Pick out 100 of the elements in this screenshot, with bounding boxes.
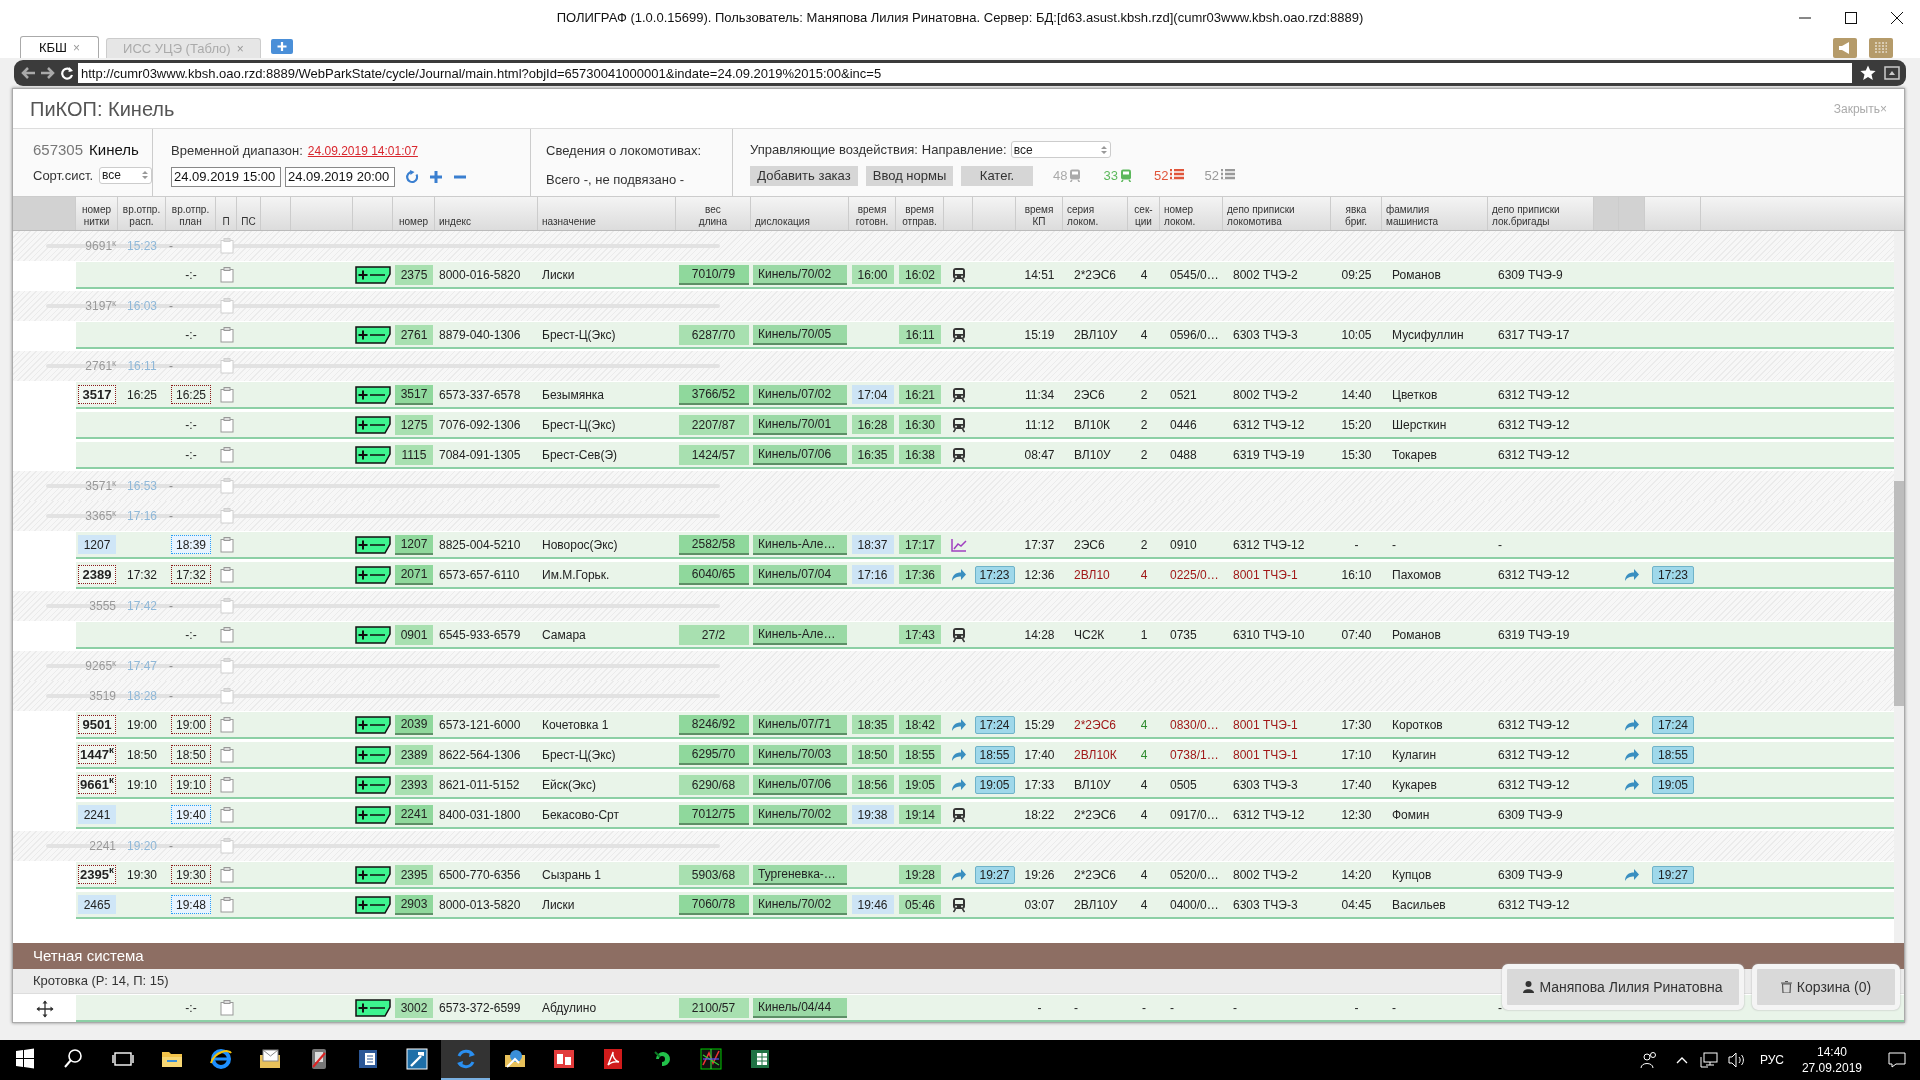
- location-tag[interactable]: Кинель/07/04: [753, 564, 847, 585]
- date-to-field[interactable]: 24.09.2019 20:00: [285, 166, 395, 187]
- column-header[interactable]: номер: [398, 216, 429, 228]
- location-tag[interactable]: Кинель/07/02: [753, 384, 847, 405]
- clipboard-icon[interactable]: [219, 866, 234, 883]
- locomotive-icon[interactable]: [951, 896, 966, 913]
- clipboard-icon[interactable]: [219, 776, 234, 793]
- locomotive-icon[interactable]: [951, 416, 966, 433]
- locomotive-icon[interactable]: [951, 806, 966, 823]
- clipboard-icon[interactable]: [219, 416, 234, 433]
- thread-tag[interactable]: 2465: [78, 895, 116, 914]
- clipboard-icon[interactable]: [219, 478, 234, 494]
- column-header[interactable]: П: [222, 216, 230, 228]
- clipboard-icon[interactable]: [219, 626, 234, 643]
- column-header[interactable]: время КП: [1024, 204, 1054, 228]
- train-number-tag[interactable]: 2393: [395, 774, 433, 795]
- clipboard-icon[interactable]: [219, 358, 234, 374]
- thread-tag[interactable]: 9501: [78, 715, 116, 734]
- column-header[interactable]: время отправ.: [902, 204, 937, 228]
- notification-icon[interactable]: [1888, 1052, 1906, 1068]
- column-header[interactable]: вр.отпр. расп.: [122, 204, 161, 228]
- action-button[interactable]: Добавить заказ: [750, 165, 858, 186]
- people-icon[interactable]: [1639, 1051, 1658, 1069]
- thread-tag[interactable]: 3517: [78, 385, 116, 404]
- clipboard-icon[interactable]: [219, 806, 234, 823]
- scrollbar[interactable]: [1894, 231, 1904, 943]
- move-icon[interactable]: [35, 1000, 54, 1018]
- volume-icon[interactable]: [1727, 1052, 1746, 1068]
- reload-icon[interactable]: [60, 66, 74, 80]
- wagon-plus-icon[interactable]: [355, 535, 391, 554]
- train-number-tag[interactable]: 3517: [395, 384, 433, 405]
- arrow-icon[interactable]: [950, 567, 967, 582]
- arrow-icon[interactable]: [950, 777, 967, 792]
- location-tag[interactable]: Кинель-Але…: [753, 624, 847, 645]
- language-indicator[interactable]: РУС: [1759, 1051, 1784, 1069]
- planned-time-tag[interactable]: 19:10: [171, 775, 211, 794]
- thread-tag[interactable]: 1207: [78, 535, 116, 554]
- arrow-icon[interactable]: [950, 867, 967, 882]
- planned-time-tag[interactable]: 16:25: [171, 385, 211, 404]
- wagon-plus-icon[interactable]: [355, 265, 391, 284]
- clipboard-icon[interactable]: [219, 446, 234, 463]
- clock-date[interactable]: 27.09.2019: [1801, 1060, 1862, 1076]
- direction-select[interactable]: все: [1010, 141, 1111, 159]
- clipboard-icon[interactable]: [219, 598, 234, 614]
- locomotive-icon[interactable]: [951, 626, 966, 643]
- wagon-plus-icon[interactable]: [355, 805, 391, 824]
- locomotive-icon[interactable]: [951, 266, 966, 283]
- arrow-icon[interactable]: [1624, 747, 1640, 762]
- column-header[interactable]: индекс: [439, 216, 471, 228]
- return-time-tag[interactable]: 18:55: [1652, 745, 1694, 764]
- refresh-icon[interactable]: [405, 169, 419, 184]
- caret-up-icon[interactable]: [1675, 1056, 1688, 1064]
- clipboard-icon[interactable]: [219, 386, 234, 403]
- new-tab-icon[interactable]: [270, 39, 293, 54]
- train-number-tag[interactable]: 2071: [395, 564, 433, 585]
- location-tag[interactable]: Кинель/07/06: [753, 774, 847, 795]
- star-icon[interactable]: [1860, 65, 1876, 81]
- thread-tag[interactable]: 2395$^{к}$: [78, 865, 116, 884]
- kp-time-tag[interactable]: 17:23: [974, 565, 1015, 584]
- thread-tag[interactable]: 2389: [78, 565, 116, 584]
- column-header[interactable]: вес длина: [698, 204, 728, 228]
- network-icon[interactable]: [1699, 1052, 1718, 1068]
- column-header[interactable]: сек- ции: [1134, 204, 1153, 228]
- megaphone-icon[interactable]: [1833, 38, 1857, 58]
- wagon-plus-icon[interactable]: [355, 865, 391, 884]
- column-header[interactable]: вр.отпр. план: [171, 204, 210, 228]
- clipboard-icon[interactable]: [219, 298, 234, 314]
- planned-time-tag[interactable]: 19:48: [171, 895, 211, 914]
- location-tag[interactable]: Тургеневка-…: [753, 864, 847, 885]
- column-header[interactable]: назначение: [542, 216, 596, 228]
- return-time-tag[interactable]: 17:24: [1652, 715, 1694, 734]
- arrow-icon[interactable]: [1624, 567, 1640, 582]
- kp-time-tag[interactable]: 19:27: [974, 865, 1015, 884]
- planned-time-tag[interactable]: 18:50: [171, 745, 211, 764]
- column-header[interactable]: ПС: [241, 216, 256, 228]
- thread-tag[interactable]: 2241: [78, 805, 116, 824]
- arrow-icon[interactable]: [1624, 717, 1640, 732]
- column-header[interactable]: депо приписки лок.бригады: [1492, 204, 1560, 228]
- column-header[interactable]: время готовн.: [855, 204, 889, 228]
- kp-time-tag[interactable]: 19:05: [974, 775, 1015, 794]
- return-time-tag[interactable]: 19:27: [1652, 865, 1694, 884]
- timestamp-link[interactable]: 24.09.2019 14:01:07: [307, 142, 418, 160]
- kp-time-tag[interactable]: 17:24: [974, 715, 1015, 734]
- train-number-tag[interactable]: 1115: [395, 444, 433, 465]
- forward-icon[interactable]: [40, 66, 56, 80]
- train-number-tag[interactable]: 2389: [395, 744, 433, 765]
- close-icon[interactable]: [1891, 12, 1903, 24]
- column-header[interactable]: дислокация: [755, 216, 810, 228]
- wagon-plus-icon[interactable]: [355, 775, 391, 794]
- scrollbar-thumb[interactable]: [1894, 481, 1904, 706]
- action-button[interactable]: Ввод нормы: [866, 165, 953, 186]
- column-header[interactable]: номер нитки: [81, 204, 112, 228]
- clock-time[interactable]: 14:40: [1816, 1044, 1847, 1060]
- return-time-tag[interactable]: 17:23: [1652, 565, 1694, 584]
- arrow-icon[interactable]: [1624, 777, 1640, 792]
- clipboard-icon[interactable]: [219, 566, 234, 583]
- location-tag[interactable]: Кинель/07/71: [753, 714, 847, 735]
- location-tag[interactable]: Кинель/70/03: [753, 744, 847, 765]
- clipboard-icon[interactable]: [219, 658, 234, 674]
- clipboard-icon[interactable]: [219, 838, 234, 854]
